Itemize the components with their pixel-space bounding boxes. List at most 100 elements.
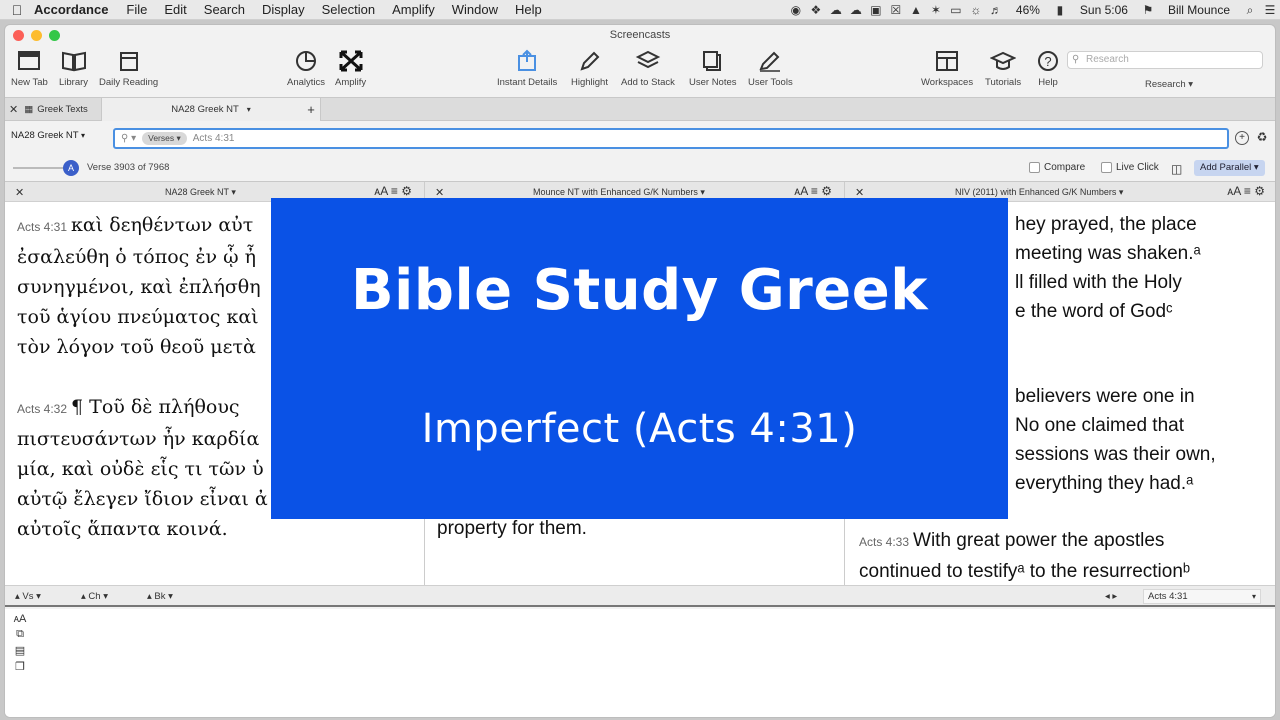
clock[interactable]: Sun 5:06 [1080, 3, 1128, 17]
status-area: ◉ ❖ ☁ ☁ ▣ ☒ ▲ ✶ ▭ ☼ ♬ 46% ▮ Sun 5:06 ⚑ B… [786, 0, 1280, 20]
title-bar: Screencasts [5, 25, 1275, 45]
layout-icon[interactable]: ◫ [1171, 162, 1182, 176]
menu-selection[interactable]: Selection [322, 2, 375, 17]
reference-field[interactable]: Acts 4:31 ▾ [1143, 589, 1261, 604]
compare-checkbox[interactable]: Compare [1029, 162, 1085, 173]
verse-ref[interactable]: Acts 4:32 [17, 402, 67, 416]
chapter-nav[interactable]: ▴ Ch ▾ [81, 591, 108, 602]
cloud-icon[interactable]: ☁ [826, 3, 846, 17]
menu-bar:  Accordance File Edit Search Display Se… [0, 0, 1280, 20]
bluetooth-icon[interactable]: ✶ [926, 3, 946, 17]
x-icon[interactable]: ☒ [886, 3, 906, 17]
verse-slider-knob[interactable]: A [63, 160, 79, 176]
dropbox-icon[interactable]: ❖ [806, 3, 826, 17]
close-window-button[interactable] [13, 30, 24, 41]
research-input[interactable]: ⚲ Research [1067, 51, 1263, 69]
zoom-window-button[interactable] [49, 30, 60, 41]
new-tab-button[interactable]: New Tab [11, 49, 48, 88]
analytics-button[interactable]: Analytics [287, 49, 325, 88]
prev-next-arrows[interactable]: ◂ ▸ [1105, 591, 1117, 602]
user-notes-button[interactable]: User Notes [689, 49, 737, 88]
spotlight-icon[interactable]: ⌕ [1240, 3, 1260, 18]
copy-icon[interactable]: ⧉ [16, 628, 24, 641]
pie-chart-icon [296, 51, 316, 71]
workspaces-button[interactable]: Workspaces [921, 49, 973, 88]
menu-display[interactable]: Display [262, 2, 305, 17]
menu-app-name[interactable]: Accordance [34, 2, 108, 17]
tab-na28-greek-nt[interactable]: NA28 Greek NT ▾ [101, 98, 321, 121]
search-input[interactable]: ⚲ ▾ Verses ▾ Acts 4:31 [113, 128, 1229, 149]
minimize-window-button[interactable] [31, 30, 42, 41]
pane-tools[interactable]: ᴀA ≡ ⚙ [1227, 184, 1265, 198]
live-click-checkbox[interactable]: Live Click [1101, 162, 1159, 173]
instant-details-button[interactable]: Instant Details [497, 49, 557, 88]
user-name[interactable]: Bill Mounce [1168, 3, 1230, 17]
battery-icon[interactable]: ▮ [1050, 3, 1070, 17]
add-tab-button[interactable]: + [301, 98, 321, 121]
chevron-down-icon: ▾ [81, 131, 86, 140]
verse-count: Verse 3903 of 7968 [87, 162, 170, 173]
menu-amplify[interactable]: Amplify [392, 2, 435, 17]
verse-ref[interactable]: Acts 4:33 [859, 535, 909, 549]
menu-edit[interactable]: Edit [164, 2, 186, 17]
add-search-button[interactable]: + [1235, 131, 1249, 145]
pane-title[interactable]: Mounce NT with Enhanced G/K Numbers ▾ [533, 187, 705, 198]
help-button[interactable]: ? Help [1035, 49, 1061, 88]
control-center-icon[interactable]: ☰ [1260, 3, 1280, 17]
volume-icon[interactable]: ♬ [986, 3, 1006, 17]
display-icon[interactable]: ▣ [866, 3, 886, 17]
airplay-icon[interactable]: ▭ [946, 3, 966, 17]
book-nav[interactable]: ▴ Bk ▾ [147, 591, 173, 602]
flag-icon[interactable]: ⚑ [1138, 3, 1158, 17]
amplify-button[interactable]: Amplify [335, 49, 366, 88]
slider-row: A Verse 3903 of 7968 Compare Live Click … [5, 155, 1275, 179]
lower-panel: ᴀA ⧉ ▤ ❐ [5, 609, 1275, 717]
windows-icon[interactable]: ❐ [15, 660, 25, 673]
user-tools-button[interactable]: User Tools [748, 49, 793, 88]
menu-search[interactable]: Search [204, 2, 245, 17]
search-query: Acts 4:31 [192, 133, 235, 144]
menu-help[interactable]: Help [515, 2, 542, 17]
verse-line: continued to testifyᵃ to the resurrectio… [859, 561, 1191, 582]
tab-group-greek-texts[interactable]: ✕ ▦ Greek Texts [9, 98, 101, 121]
verse-ref[interactable]: Acts 4:31 [17, 220, 67, 234]
wifi-icon[interactable]: ☼ [966, 3, 986, 17]
close-icon[interactable]: ✕ [9, 103, 18, 116]
close-icon[interactable]: ✕ [15, 186, 24, 199]
highlight-button[interactable]: Highlight [571, 49, 608, 88]
notification-icon[interactable]: ▲ [906, 3, 926, 17]
pane-title[interactable]: NIV (2011) with Enhanced G/K Numbers ▾ [955, 187, 1123, 198]
font-size-icon[interactable]: ᴀA [14, 613, 27, 625]
menu-file[interactable]: File [126, 2, 147, 17]
workspaces-icon [936, 51, 959, 71]
search-icon: ⚲ [1072, 54, 1080, 65]
apple-icon[interactable]:  [0, 2, 34, 18]
recycle-icon[interactable]: ♻ [1255, 131, 1269, 145]
pane-tools[interactable]: ᴀA ≡ ⚙ [794, 184, 832, 198]
library-button[interactable]: Library [59, 49, 88, 88]
title-card-overlay: Bible Study Greek Imperfect (Acts 4:31) [271, 198, 1008, 519]
chevron-down-icon: ▾ [1251, 592, 1256, 601]
tutorials-button[interactable]: Tutorials [985, 49, 1021, 88]
battery-percent[interactable]: 46% [1016, 3, 1040, 17]
instant-details-icon [518, 49, 537, 71]
record-icon[interactable]: ◉ [786, 3, 806, 17]
notes-icon [702, 51, 721, 71]
daily-reading-button[interactable]: Daily Reading [99, 49, 158, 88]
grid-icon: ▦ [24, 104, 34, 115]
window-controls [13, 30, 60, 41]
add-parallel-button[interactable]: Add Parallel ▾ [1194, 160, 1265, 176]
window-title: Screencasts [609, 29, 671, 41]
research-dropdown[interactable]: Research ▾ [1145, 79, 1193, 90]
cloud-sync-icon[interactable]: ☁ [846, 3, 866, 17]
text-selector[interactable]: NA28 Greek NT ▾ [11, 130, 85, 141]
search-mode-pill[interactable]: Verses ▾ [142, 132, 187, 145]
pane-title[interactable]: NA28 Greek NT ▾ [165, 187, 236, 198]
expand-arrows-icon [339, 50, 363, 72]
add-to-stack-button[interactable]: Add to Stack [621, 49, 675, 88]
clipboard-icon[interactable]: ▤ [15, 644, 25, 657]
verse-nav[interactable]: ▴ Vs ▾ [15, 591, 41, 602]
pen-icon [759, 51, 781, 72]
pane-tools[interactable]: ᴀA ≡ ⚙ [374, 184, 412, 198]
menu-window[interactable]: Window [452, 2, 498, 17]
